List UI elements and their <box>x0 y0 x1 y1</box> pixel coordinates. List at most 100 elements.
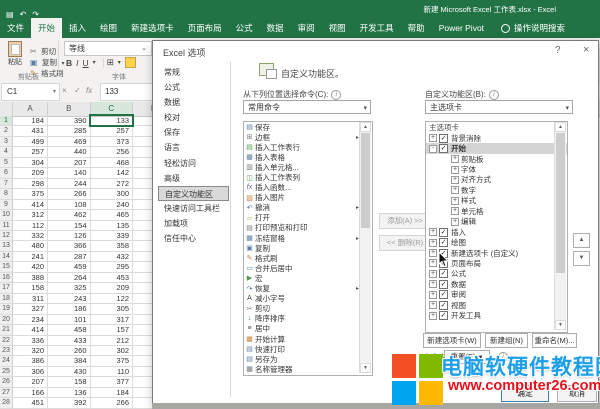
fill-color-icon[interactable] <box>125 57 136 68</box>
sidebar-item-轻松访问[interactable]: 轻松访问 <box>158 156 229 171</box>
cell[interactable]: 240 <box>91 200 134 210</box>
expand-icon[interactable]: + <box>451 166 459 174</box>
dialog-help-button[interactable]: ? <box>555 45 561 56</box>
expand-icon[interactable]: + <box>429 270 437 278</box>
cell[interactable]: 298 <box>13 179 48 189</box>
cell[interactable]: 311 <box>13 294 48 304</box>
cell[interactable]: 377 <box>91 377 134 387</box>
checkbox-checked-icon[interactable]: ✓ <box>439 134 448 143</box>
cell[interactable]: 260 <box>48 346 91 356</box>
collapse-icon[interactable]: - <box>429 145 437 153</box>
cell[interactable]: 451 <box>13 398 48 408</box>
cell[interactable]: 386 <box>13 356 48 366</box>
sidebar-item-语言[interactable]: 语言 <box>158 140 229 155</box>
command-item[interactable]: ▭合并后居中 <box>244 263 372 273</box>
cell[interactable]: 184 <box>91 388 134 398</box>
scrollbar-thumb[interactable] <box>361 133 370 228</box>
cell[interactable]: 312 <box>13 210 48 220</box>
checkbox-checked-icon[interactable]: ✓ <box>439 290 448 299</box>
cell[interactable]: 154 <box>48 221 91 231</box>
sidebar-item-高级[interactable]: 高级 <box>158 171 229 186</box>
command-item[interactable]: ▥插入单元格... <box>244 162 372 172</box>
cell[interactable]: 287 <box>48 252 91 262</box>
cell[interactable]: 302 <box>91 346 134 356</box>
cell[interactable]: 430 <box>48 367 91 377</box>
tell-me-search[interactable]: 操作说明搜索 <box>501 18 565 38</box>
scroll-down-icon[interactable]: ▼ <box>360 363 371 373</box>
move-up-button[interactable]: ▲ <box>573 233 590 248</box>
cell[interactable]: 257 <box>91 126 134 136</box>
cancel-entry-icon[interactable]: × <box>62 86 67 95</box>
row-header-16[interactable]: 16 <box>0 273 13 283</box>
cell[interactable]: 462 <box>48 210 91 220</box>
row-header-26[interactable]: 26 <box>0 377 13 387</box>
cell[interactable]: 304 <box>13 158 48 168</box>
expand-icon[interactable]: + <box>429 280 437 288</box>
checkbox-checked-icon[interactable]: ✓ <box>439 280 448 289</box>
cell[interactable]: 414 <box>13 200 48 210</box>
command-item[interactable]: ▤打印预览和打印 <box>244 223 372 233</box>
row-header-17[interactable]: 17 <box>0 283 13 293</box>
cell[interactable]: 126 <box>48 231 91 241</box>
scroll-down-icon[interactable]: ▼ <box>555 320 566 330</box>
sidebar-item-校对[interactable]: 校对 <box>158 110 229 125</box>
command-item[interactable]: A减小字号 <box>244 294 372 304</box>
command-item[interactable]: ▱打开 <box>244 213 372 223</box>
row-header-23[interactable]: 23 <box>0 346 13 356</box>
ribbon-tab-Power Pivot[interactable]: Power Pivot <box>432 18 491 38</box>
tree-scrollbar[interactable]: ▲ ▼ <box>554 122 566 330</box>
cell[interactable]: 158 <box>48 377 91 387</box>
cell[interactable]: 465 <box>91 210 134 220</box>
cell[interactable]: 234 <box>13 315 48 325</box>
row-header-2[interactable]: 2 <box>0 126 13 136</box>
new-tab-button[interactable]: 新建选项卡(W) <box>423 333 481 348</box>
cell[interactable]: 122 <box>91 294 134 304</box>
row-header-15[interactable]: 15 <box>0 262 13 272</box>
checkbox-checked-icon[interactable]: ✓ <box>439 311 448 320</box>
tree-item-编辑[interactable]: +编辑 <box>426 217 567 227</box>
scroll-up-icon[interactable]: ▲ <box>360 122 371 132</box>
new-group-button[interactable]: 新建组(N) <box>485 333 528 348</box>
cell[interactable]: 135 <box>91 221 134 231</box>
command-item[interactable]: ↶撤消▸ <box>244 203 372 213</box>
paste-button[interactable]: 粘贴 <box>4 41 26 71</box>
add-button[interactable]: 添加(A) >> <box>379 213 431 229</box>
cell[interactable]: 325 <box>48 283 91 293</box>
enter-entry-icon[interactable]: ✓ <box>74 86 81 95</box>
cell[interactable]: 317 <box>91 315 134 325</box>
cell[interactable]: 433 <box>48 336 91 346</box>
choose-commands-combo[interactable]: 常用命令 ▾ <box>243 100 371 114</box>
row-header-13[interactable]: 13 <box>0 241 13 251</box>
cell[interactable]: 469 <box>48 137 91 147</box>
sidebar-item-数据[interactable]: 数据 <box>158 95 229 110</box>
checkbox-checked-icon[interactable]: ✓ <box>439 144 448 153</box>
tree-item-数据[interactable]: +✓数据 <box>426 279 567 289</box>
dialog-close-button[interactable]: × <box>583 44 589 56</box>
insert-function-icon[interactable]: fx <box>86 86 92 95</box>
sidebar-item-常规[interactable]: 常规 <box>158 65 229 80</box>
expand-icon[interactable]: + <box>429 249 437 257</box>
row-header-9[interactable]: 9 <box>0 200 13 210</box>
cell[interactable]: 243 <box>48 294 91 304</box>
cell[interactable]: 390 <box>48 116 91 126</box>
ribbon-tab-绘图[interactable]: 绘图 <box>93 18 124 38</box>
tree-item-样式[interactable]: +样式 <box>426 196 567 206</box>
underline-dropdown-icon[interactable]: ▾ <box>93 59 96 66</box>
cell[interactable]: 392 <box>48 398 91 408</box>
tree-item-开始[interactable]: -✓开始 <box>426 143 567 153</box>
expand-icon[interactable]: + <box>451 186 459 194</box>
command-item[interactable]: ▤另存为 <box>244 354 372 364</box>
command-item[interactable]: ▦冻结窗格▸ <box>244 233 372 243</box>
command-item[interactable]: ✎格式刷 <box>244 253 372 263</box>
ribbon-tree[interactable]: 主选项卡+✓背景消除-✓开始+剪贴板+字体+对齐方式+数字+样式+单元格+编辑+… <box>425 121 568 333</box>
command-item[interactable]: ▦插入表格 <box>244 152 372 162</box>
row-header-11[interactable]: 11 <box>0 221 13 231</box>
cell[interactable]: 112 <box>13 221 48 231</box>
cell[interactable]: 384 <box>48 356 91 366</box>
cell[interactable]: 453 <box>91 273 134 283</box>
row-header-4[interactable]: 4 <box>0 147 13 157</box>
row-header-19[interactable]: 19 <box>0 304 13 314</box>
expand-icon[interactable]: + <box>429 228 437 236</box>
cell[interactable]: 101 <box>48 315 91 325</box>
cell[interactable]: 285 <box>48 126 91 136</box>
